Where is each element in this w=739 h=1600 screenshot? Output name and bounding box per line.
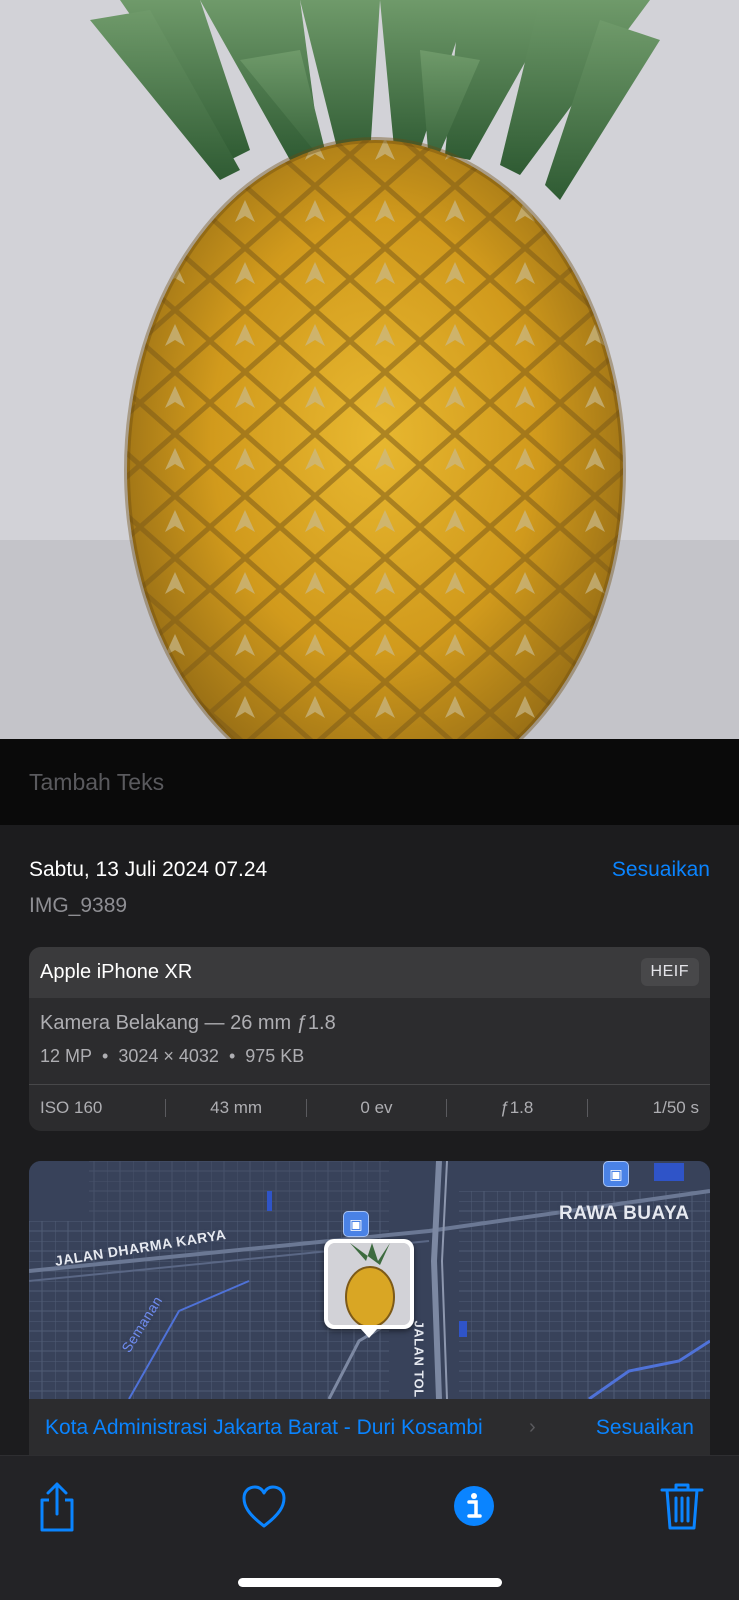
pineapple-thumbnail-icon	[328, 1243, 410, 1325]
pin-thumbnail	[328, 1243, 410, 1325]
info-button[interactable]	[444, 1476, 504, 1536]
chevron-right-icon: ›	[529, 1416, 536, 1438]
exif-aperture: ƒ1.8	[500, 1098, 534, 1117]
image-specs: 12 MP • 3024 × 4032 • 975 KB	[40, 1046, 304, 1067]
photo-info-screen: Tambah Teks Sabtu, 13 Juli 2024 07.24 Se…	[0, 0, 739, 1600]
share-icon	[40, 1482, 74, 1532]
exif-focal-length: 43 mm	[210, 1098, 263, 1117]
trash-icon	[660, 1483, 704, 1530]
heart-icon	[242, 1485, 286, 1528]
caption-field[interactable]: Tambah Teks	[0, 739, 739, 825]
location-link[interactable]: Kota Administrasi Jakarta Barat - Duri K…	[45, 1416, 483, 1440]
map-label-jalan-tol: JALAN TOL LINGKAR LUA	[412, 1321, 427, 1400]
pineapple-photo	[0, 0, 739, 739]
exif-shutter: 1/50 s	[652, 1098, 699, 1117]
location-row: Kota Administrasi Jakarta Barat - Duri K…	[29, 1399, 710, 1455]
camera-card-header: Apple iPhone XR HEIF	[29, 947, 710, 998]
exif-row: ISO 160 43 mm 0 ev ƒ1.8 1/50 s	[29, 1085, 710, 1131]
location-map[interactable]: RAWA BUAYA JALAN DHARMA KARYA Semanan JA…	[29, 1161, 710, 1399]
share-button[interactable]	[27, 1476, 87, 1536]
info-icon	[454, 1486, 494, 1526]
megapixels: 12 MP	[40, 1046, 93, 1066]
bottom-toolbar	[0, 1455, 739, 1600]
camera-info-card: Apple iPhone XR HEIF Kamera Belakang — 2…	[29, 947, 710, 1131]
device-name: Apple iPhone XR	[40, 961, 193, 983]
photo-location-pin[interactable]	[324, 1239, 414, 1338]
exif-exposure-value: 0 ev	[360, 1098, 393, 1117]
train-station-icon: ▣	[343, 1211, 369, 1237]
train-station-icon: ▣	[603, 1161, 629, 1187]
lens-info: Kamera Belakang — 26 mm ƒ1.8	[40, 1012, 336, 1034]
separator-dot: •	[228, 1046, 236, 1066]
adjust-date-button[interactable]: Sesuaikan	[612, 858, 710, 882]
map-label-rawa-buaya: RAWA BUAYA	[559, 1203, 690, 1224]
resolution: 3024 × 4032	[118, 1046, 219, 1066]
pin-pointer	[360, 1328, 378, 1338]
caption-placeholder[interactable]: Tambah Teks	[29, 769, 164, 796]
info-panel: Sabtu, 13 Juli 2024 07.24 Sesuaikan IMG_…	[0, 825, 739, 1455]
home-indicator[interactable]	[238, 1578, 502, 1587]
file-name: IMG_9389	[29, 894, 128, 917]
file-size: 975 KB	[245, 1046, 305, 1066]
photo-viewer[interactable]	[0, 0, 739, 739]
separator-dot: •	[102, 1046, 109, 1066]
exif-iso: ISO 160	[40, 1098, 103, 1117]
adjust-location-button[interactable]: Sesuaikan	[596, 1416, 694, 1440]
favorite-button[interactable]	[234, 1476, 294, 1536]
capture-date: Sabtu, 13 Juli 2024 07.24	[29, 858, 268, 881]
delete-button[interactable]	[652, 1476, 712, 1536]
format-badge: HEIF	[640, 958, 699, 986]
